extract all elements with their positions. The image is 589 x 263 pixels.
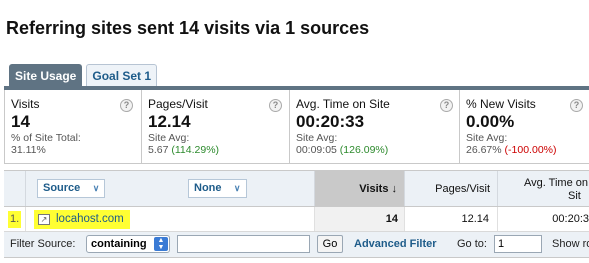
show-rows-label: Show ro xyxy=(552,238,589,250)
metric-pages-visit: Pages/Visit 12.14 Site Avg: 5.67 (114.29… xyxy=(142,90,290,163)
chevron-down-icon: ∨ xyxy=(233,183,241,193)
metrics-summary: Visits 14 % of Site Total: 31.11% ? Page… xyxy=(4,90,589,164)
table-header: Source ∨ None ∨ Visits ↓ Pages/Visit Avg… xyxy=(4,170,589,207)
sort-arrow-icon: ↓ xyxy=(391,183,398,195)
select-arrows-icon: ▲ ▼ xyxy=(154,237,168,251)
filter-mode-value: containing xyxy=(91,238,147,250)
chevron-down-icon: ∨ xyxy=(92,183,100,193)
secondary-dimension-label: None xyxy=(194,182,222,194)
table-row: 1. ↗ locahost.com 14 12.14 00:20:3 xyxy=(4,207,589,232)
row-pages-cell: 12.14 xyxy=(405,207,498,231)
filter-bar: Filter Source: containing ▲ ▼ Go Advanced… xyxy=(4,232,589,258)
tab-goal-set-1[interactable]: Goal Set 1 xyxy=(86,64,158,87)
metric-delta: (126.09%) xyxy=(339,144,389,156)
column-dimensions-header: Source ∨ None ∨ xyxy=(26,171,315,206)
metric-value: 14 xyxy=(11,112,30,131)
metric-visits: Visits 14 % of Site Total: 31.11% ? xyxy=(5,90,142,163)
metric-sub-value: 00:09:05 (126.09%) xyxy=(296,144,389,156)
advanced-filter-link[interactable]: Advanced Filter xyxy=(354,238,437,250)
goto-page-input[interactable] xyxy=(494,235,542,253)
row-time-cell: 00:20:3 xyxy=(552,213,589,225)
filter-mode-select[interactable]: containing ▲ ▼ xyxy=(86,235,170,253)
column-time-header[interactable]: Avg. Time on Sit xyxy=(498,171,589,206)
column-visits-label: Visits ↓ xyxy=(359,183,397,195)
column-pages-header[interactable]: Pages/Visit xyxy=(405,171,498,206)
secondary-dimension-dropdown[interactable]: None ∨ xyxy=(188,179,247,198)
metric-avg-time: Avg. Time on Site 00:20:33 Site Avg: 00:… xyxy=(290,90,460,163)
filter-source-label: Filter Source: xyxy=(10,238,76,250)
metric-delta: (114.29%) xyxy=(171,144,220,156)
metric-label: Pages/Visit xyxy=(148,97,208,111)
metric-new-visits: % New Visits 0.00% Site Avg: 26.67% (-10… xyxy=(460,90,589,163)
page-title: Referring sites sent 14 visits via 1 sou… xyxy=(6,18,370,38)
primary-dimension-label: Source xyxy=(43,182,81,194)
metric-value: 0.00% xyxy=(466,112,515,131)
goto-label: Go to: xyxy=(457,238,487,250)
source-link[interactable]: locahost.com xyxy=(56,213,124,225)
help-icon[interactable]: ? xyxy=(120,99,133,112)
metric-label: Avg. Time on Site xyxy=(296,97,390,111)
metric-sub-value: 5.67 (114.29%) xyxy=(148,144,220,156)
metric-value: 00:20:33 xyxy=(296,112,365,131)
help-icon[interactable]: ? xyxy=(570,99,583,112)
row-index: 1. xyxy=(8,211,22,228)
column-pages-label: Pages/Visit xyxy=(435,183,490,195)
column-time-label: Avg. Time on Sit xyxy=(524,177,588,202)
metric-sub-label: Site Avg: xyxy=(296,132,338,144)
column-index-header xyxy=(4,171,26,206)
external-link-icon[interactable]: ↗ xyxy=(38,214,50,225)
primary-dimension-dropdown[interactable]: Source ∨ xyxy=(37,179,106,198)
metric-sub-label: Site Avg: xyxy=(466,132,508,144)
help-icon[interactable]: ? xyxy=(269,99,282,112)
tab-site-usage[interactable]: Site Usage xyxy=(9,64,83,87)
help-icon[interactable]: ? xyxy=(440,99,453,112)
column-visits-header[interactable]: Visits ↓ xyxy=(315,171,405,206)
row-source-cell: ↗ locahost.com xyxy=(26,207,315,231)
source-highlight: ↗ locahost.com xyxy=(34,210,130,229)
row-index-cell: 1. xyxy=(4,207,26,231)
metric-sub-label: % of Site Total: xyxy=(11,132,81,144)
metric-sub-value: 26.67% (-100.00%) xyxy=(466,144,557,156)
report-tabs: Site Usage Goal Set 1 xyxy=(9,64,158,87)
filter-query-input[interactable] xyxy=(177,235,310,253)
metric-value: 12.14 xyxy=(148,112,191,131)
metric-delta: (-100.00%) xyxy=(504,144,557,156)
metric-sub-label: Site Avg: xyxy=(148,132,190,144)
row-visits-cell: 14 xyxy=(315,207,405,231)
metric-sub-value: 31.11% xyxy=(11,144,46,156)
filter-go-button[interactable]: Go xyxy=(317,235,343,253)
